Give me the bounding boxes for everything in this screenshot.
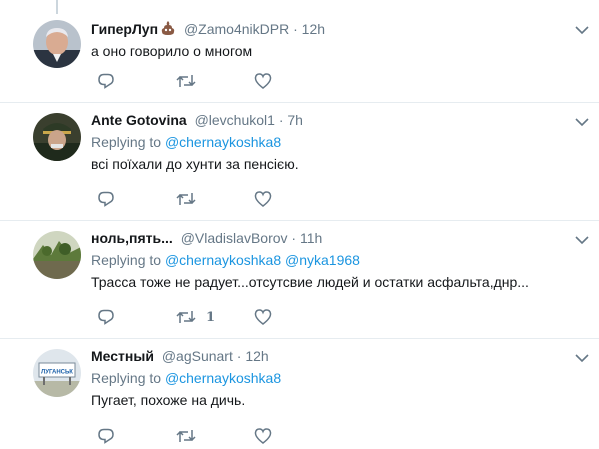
mention-link[interactable]: @chernaykoshka8 [165, 134, 281, 150]
avatar[interactable]: ЛУГАНСЬК [33, 349, 81, 397]
like-button[interactable] [254, 190, 272, 208]
retweet-button[interactable]: 1 [176, 308, 215, 326]
tweet-text: всі поїхали до хунти за пенсією. [91, 156, 299, 172]
separator-dot: · [236, 348, 242, 364]
avatar[interactable] [33, 20, 81, 68]
tweet-header: ГиперЛуп @Zamo4nikDPR · 12h [91, 19, 569, 39]
chevron-down-icon[interactable] [575, 235, 589, 245]
retweet-button[interactable] [176, 427, 206, 445]
tweet-text: Трасса тоже не радует...отсутсвие людей … [91, 274, 529, 290]
tweet-timestamp[interactable]: 7h [287, 112, 303, 128]
replying-to: Replying to @chernaykoshka8 [91, 132, 569, 152]
separator-dot: · [293, 21, 298, 37]
tweet-reply: ГиперЛуп @Zamo4nikDPR · 12h а оно говори… [0, 0, 599, 103]
retweet-button[interactable] [176, 72, 206, 90]
tweet-text: а оно говорило о многом [91, 43, 253, 59]
reply-button[interactable] [97, 427, 115, 445]
chevron-down-icon[interactable] [575, 25, 589, 35]
separator-dot: · [278, 112, 284, 128]
user-handle[interactable]: @Zamo4nikDPR [184, 21, 289, 37]
reply-icon [98, 73, 114, 89]
retweet-count: 1 [206, 309, 216, 325]
tweet-header: ноль,пять... @VladislavBorov · 11h [91, 228, 569, 248]
reply-button[interactable] [97, 72, 115, 90]
tweet-timestamp[interactable]: 11h [300, 230, 322, 246]
reply-icon [98, 309, 114, 325]
pile-of-poo-emoji [160, 20, 176, 41]
replying-to-label: Replying to [91, 370, 162, 386]
tweet-timestamp[interactable]: 12h [245, 348, 268, 364]
retweet-icon [176, 75, 196, 87]
tweet-text: Пугает, похоже на дичь. [91, 392, 246, 408]
retweet-icon [176, 430, 196, 442]
retweet-icon [176, 311, 196, 323]
like-button[interactable] [254, 427, 272, 445]
user-fullname[interactable]: ГиперЛуп [91, 21, 158, 37]
tweet-timestamp[interactable]: 12h [302, 21, 325, 37]
avatar-sign-text: ЛУГАНСЬК [41, 370, 73, 376]
reply-icon [98, 191, 114, 207]
retweet-button[interactable] [176, 190, 206, 208]
like-icon [254, 309, 272, 325]
replying-to: Replying to @chernaykoshka8 @nyka1968 [91, 250, 569, 270]
chevron-down-icon[interactable] [575, 117, 589, 127]
reply-icon [98, 428, 114, 444]
like-icon [254, 73, 272, 89]
avatar[interactable] [33, 113, 81, 161]
replying-to-label: Replying to [91, 134, 162, 150]
mention-link[interactable]: @chernaykoshka8 [165, 252, 281, 268]
user-handle[interactable]: @agSunart [162, 348, 233, 364]
mention-link[interactable]: @chernaykoshka8 [165, 370, 281, 386]
replying-to-label: Replying to [91, 252, 162, 268]
user-handle[interactable]: @VladislavBorov [181, 230, 288, 246]
user-fullname[interactable]: Местный [91, 348, 154, 364]
avatar[interactable] [33, 231, 81, 279]
user-fullname[interactable]: ноль,пять... [91, 230, 173, 246]
reply-button[interactable] [97, 190, 115, 208]
like-button[interactable] [254, 72, 272, 90]
reply-button[interactable] [97, 308, 115, 326]
like-icon [254, 428, 272, 444]
retweet-icon [176, 193, 196, 205]
tweet-header: Ante Gotovina @levchukol1 · 7h [91, 110, 569, 130]
tweet-header: Местный @agSunart · 12h [91, 346, 569, 366]
like-button[interactable] [254, 308, 272, 326]
like-icon [254, 191, 272, 207]
user-handle[interactable]: @levchukol1 [195, 112, 275, 128]
separator-dot: · [291, 230, 297, 246]
user-fullname[interactable]: Ante Gotovina [91, 112, 187, 128]
mention-link[interactable]: @nyka1968 [285, 252, 360, 268]
chevron-down-icon[interactable] [575, 353, 589, 363]
replying-to: Replying to @chernaykoshka8 [91, 368, 569, 388]
